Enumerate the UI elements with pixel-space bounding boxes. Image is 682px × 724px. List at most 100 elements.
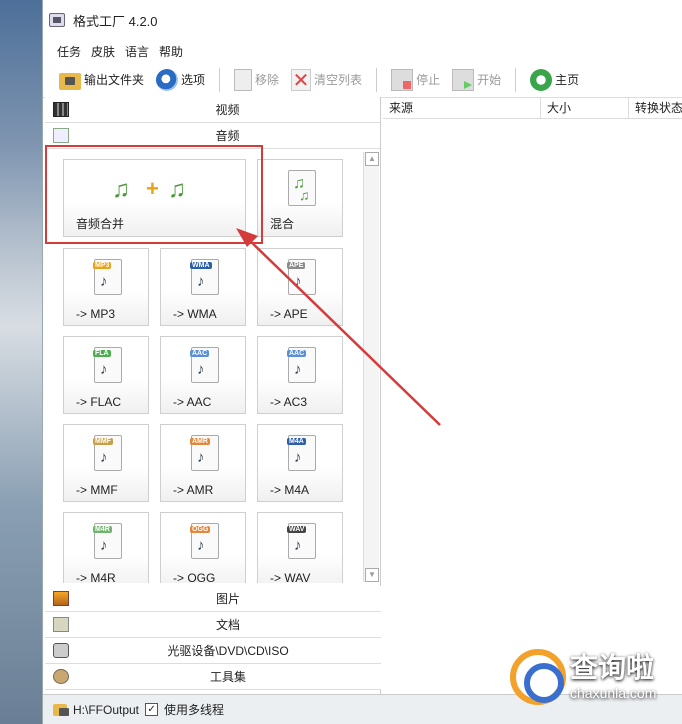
task-list-panel: 来源 大小 转换状态 bbox=[383, 97, 682, 694]
watermark-logo-icon bbox=[510, 649, 566, 705]
stop-button[interactable]: 停止 bbox=[387, 66, 444, 94]
audio-tile[interactable]: APE ♪ -> APE bbox=[257, 248, 343, 326]
menu-language[interactable]: 语言 bbox=[125, 43, 149, 60]
format-tag: FLA bbox=[93, 350, 111, 357]
menu-task[interactable]: 任务 bbox=[57, 43, 81, 60]
category-disc-label: 光驱设备\DVD\CD\ISO bbox=[167, 644, 289, 658]
audio-tile-label: -> WAV bbox=[270, 571, 311, 583]
audio-file-icon: MMF ♪ bbox=[93, 435, 122, 471]
multithread-checkbox[interactable]: ✓ bbox=[145, 703, 159, 716]
audio-tile-label: -> APE bbox=[270, 307, 308, 321]
options-label: 选项 bbox=[181, 73, 206, 87]
audio-tile[interactable]: ♫ ♫ 混合 bbox=[257, 159, 343, 237]
audio-tile[interactable]: FLA ♪ -> FLAC bbox=[63, 336, 149, 414]
document-icon bbox=[234, 68, 253, 91]
format-tag: M4R bbox=[93, 526, 112, 533]
start-button[interactable]: 开始 bbox=[448, 66, 505, 94]
format-tag: WAV bbox=[287, 526, 307, 533]
home-label: 主页 bbox=[555, 73, 580, 87]
stop-label: 停止 bbox=[416, 73, 441, 87]
folder-icon bbox=[53, 703, 69, 716]
toolbar-divider bbox=[376, 67, 378, 92]
format-tag: OGG bbox=[190, 526, 211, 533]
title-bar: 格式工厂 4.2.0 bbox=[43, 0, 682, 40]
format-tag: MP3 bbox=[93, 262, 112, 269]
clear-list-button[interactable]: ✕ 清空列表 bbox=[287, 66, 366, 94]
audio-tile[interactable]: MMF ♪ -> MMF bbox=[63, 424, 149, 502]
format-tag: AMR bbox=[190, 438, 210, 445]
audio-tile-label: -> AC3 bbox=[270, 395, 308, 409]
remove-button[interactable]: 移除 bbox=[230, 66, 283, 94]
audio-tile[interactable]: WMA ♪ -> WMA bbox=[160, 248, 246, 326]
document-icon bbox=[53, 617, 69, 632]
audio-tile-label: -> M4R bbox=[76, 571, 116, 583]
category-disc[interactable]: 光驱设备\DVD\CD\ISO bbox=[45, 638, 381, 664]
column-status[interactable]: 转换状态 bbox=[629, 97, 682, 118]
audio-file-icon: MP3 ♪ bbox=[93, 259, 122, 295]
output-folder-button[interactable]: 输出文件夹 bbox=[55, 66, 148, 94]
menu-bar: 任务 皮肤 语言 帮助 bbox=[43, 40, 682, 62]
category-tools[interactable]: 工具集 bbox=[45, 664, 381, 690]
tool-grid-scrollbar[interactable]: ▲ ▼ bbox=[363, 152, 379, 582]
category-picture-label: 图片 bbox=[215, 592, 240, 606]
home-icon bbox=[530, 68, 553, 91]
audio-tile[interactable]: OGG ♪ -> OGG bbox=[160, 512, 246, 583]
category-document-label: 文档 bbox=[215, 618, 240, 632]
output-folder-label: 输出文件夹 bbox=[84, 73, 145, 87]
audio-tile[interactable]: M4A ♪ -> M4A bbox=[257, 424, 343, 502]
audio-file-icon: AMR ♪ bbox=[190, 435, 219, 471]
category-video-label: 视频 bbox=[215, 103, 240, 117]
audio-tile-label: -> M4A bbox=[270, 483, 310, 497]
options-icon bbox=[156, 68, 179, 91]
app-window: 格式工厂 4.2.0 任务 皮肤 语言 帮助 输出文件夹 选项 移除 ✕ 清空列… bbox=[42, 0, 682, 724]
remove-label: 移除 bbox=[255, 73, 280, 87]
audio-file-icon: M4R ♪ bbox=[93, 523, 122, 559]
menu-skin[interactable]: 皮肤 bbox=[91, 43, 115, 60]
stop-icon bbox=[391, 68, 414, 91]
folder-icon bbox=[59, 73, 81, 90]
app-icon bbox=[49, 13, 65, 27]
audio-tile[interactable]: WAV ♪ -> WAV bbox=[257, 512, 343, 583]
clear-list-label: 清空列表 bbox=[314, 73, 363, 87]
output-path[interactable]: H:\FFOutput bbox=[73, 703, 139, 717]
audio-tile[interactable]: M4R ♪ -> M4R bbox=[63, 512, 149, 583]
audio-file-icon: WAV ♪ bbox=[287, 523, 316, 559]
audio-tile-label: -> WMA bbox=[173, 307, 217, 321]
watermark: 查询啦 chaxunla.com bbox=[500, 630, 682, 724]
format-tag: AAC bbox=[190, 350, 210, 357]
column-source[interactable]: 来源 bbox=[383, 97, 541, 118]
start-label: 开始 bbox=[477, 73, 502, 87]
audio-tile[interactable]: AMR ♪ -> AMR bbox=[160, 424, 246, 502]
audio-tile-label: 混合 bbox=[270, 217, 295, 231]
format-tag: M4A bbox=[287, 438, 306, 445]
format-tag: WMA bbox=[190, 262, 212, 269]
audio-tile[interactable]: AAC ♪ -> AC3 bbox=[257, 336, 343, 414]
window-title: 格式工厂 4.2.0 bbox=[73, 13, 158, 29]
audio-file-icon: APE ♪ bbox=[287, 259, 316, 295]
scroll-down-icon[interactable]: ▼ bbox=[365, 568, 379, 582]
audio-tile-label: -> FLAC bbox=[76, 395, 122, 409]
multithread-label: 使用多线程 bbox=[164, 703, 225, 717]
film-icon bbox=[53, 102, 69, 117]
task-list-header: 来源 大小 转换状态 bbox=[383, 97, 682, 119]
menu-help[interactable]: 帮助 bbox=[159, 43, 183, 60]
category-picture[interactable]: 图片 bbox=[45, 586, 381, 612]
tools-icon bbox=[53, 669, 69, 684]
watermark-en: chaxunla.com bbox=[570, 685, 657, 701]
options-button[interactable]: 选项 bbox=[152, 66, 209, 94]
audio-file-icon: WMA ♪ bbox=[190, 259, 219, 295]
toolbar: 输出文件夹 选项 移除 ✕ 清空列表 停止 开始 主页 bbox=[43, 62, 682, 98]
audio-tile-label: -> AMR bbox=[173, 483, 214, 497]
column-size[interactable]: 大小 bbox=[541, 97, 629, 118]
format-tag: APE bbox=[287, 262, 306, 269]
category-document[interactable]: 文档 bbox=[45, 612, 381, 638]
audio-tile-label: -> MMF bbox=[76, 483, 118, 497]
audio-tile[interactable]: AAC ♪ -> AAC bbox=[160, 336, 246, 414]
category-tools-label: 工具集 bbox=[209, 670, 246, 684]
home-button[interactable]: 主页 bbox=[526, 66, 583, 94]
category-video[interactable]: 视频 bbox=[45, 97, 380, 123]
audio-tile[interactable]: MP3 ♪ -> MP3 bbox=[63, 248, 149, 326]
category-audio-label: 音频 bbox=[215, 129, 240, 143]
audio-file-icon: FLA ♪ bbox=[93, 347, 122, 383]
scroll-up-icon[interactable]: ▲ bbox=[365, 152, 379, 166]
